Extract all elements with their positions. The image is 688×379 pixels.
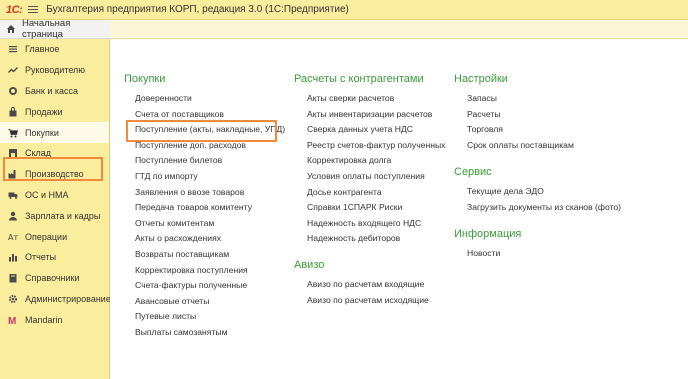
sidebar-item[interactable]: Администрирование	[0, 289, 111, 310]
svg-text:M: M	[8, 316, 16, 325]
sidebar-item[interactable]: Банк и касса	[0, 81, 109, 102]
sidebar-item[interactable]: Ат Операции	[0, 226, 109, 247]
home-tab[interactable]: Начальная страница	[0, 18, 110, 40]
sidebar-item[interactable]: Отчеты	[0, 247, 109, 268]
factory-icon	[8, 169, 18, 179]
sidebar-item-label: Склад	[25, 148, 52, 159]
nav-link[interactable]: Новости	[467, 248, 500, 258]
trend-icon	[8, 65, 18, 75]
sidebar-item-label: ОС и НМА	[25, 189, 69, 200]
nav-link[interactable]: Акты о расхождениях	[135, 233, 221, 243]
sidebar-item[interactable]: Производство	[0, 164, 109, 185]
svg-text:Ат: Ат	[8, 233, 18, 242]
hamburger-menu-icon[interactable]	[28, 5, 39, 14]
bag-icon	[8, 106, 18, 117]
nav-link[interactable]: Доверенности	[135, 93, 192, 103]
sidebar-item[interactable]: Справочники	[0, 268, 109, 289]
sidebar-item[interactable]: Продажи	[0, 101, 109, 122]
section-title: Авизо	[294, 259, 325, 271]
nav-link[interactable]: Авизо по расчетам исходящие	[307, 295, 429, 305]
nav-link[interactable]: Авизо по расчетам входящие	[307, 279, 424, 289]
sidebar-item-label: Покупки	[25, 127, 59, 138]
gear-icon	[8, 294, 18, 304]
section-title: Расчеты с контрагентами	[294, 73, 424, 85]
coins-icon	[8, 86, 18, 96]
sidebar-item-label: Mandarin	[25, 314, 63, 325]
sidebar-item-label: Отчеты	[25, 252, 57, 263]
main-panel: Покупки Доверенности Счета от поставщиков П…	[110, 39, 688, 379]
sidebar-item[interactable]: Зарплата и кадры	[0, 205, 109, 226]
app-title: Бухгалтерия предприятия КОРП, редакция 3…	[46, 4, 349, 15]
nav-link[interactable]: Корректировка поступления	[135, 265, 248, 275]
person-icon	[8, 211, 18, 221]
menu-icon	[8, 44, 18, 54]
nav-link[interactable]: Сверка данных учета НДС	[307, 124, 413, 134]
nav-link[interactable]: ГТД по импорту	[135, 171, 198, 181]
nav-link[interactable]: Торговля	[467, 124, 503, 134]
nav-link[interactable]: Выплаты самозанятым	[135, 327, 227, 337]
operations-icon: Ат	[8, 232, 18, 242]
cart-icon	[8, 128, 18, 138]
nav-link[interactable]: Реестр счетов-фактур полученных	[307, 140, 445, 150]
nav-link[interactable]: Поступление билетов	[135, 155, 222, 165]
sidebar-item-label: Производство	[25, 169, 84, 180]
sidebar-item[interactable]: Руководителю	[0, 60, 109, 81]
mandarin-logo-icon: M	[8, 315, 18, 325]
section-title: Покупки	[124, 73, 166, 85]
nav-link[interactable]: Заявления о ввозе товаров	[135, 187, 244, 197]
nav-link[interactable]: Путевые листы	[135, 311, 196, 321]
nav-link[interactable]: Поступление доп. расходов	[135, 140, 246, 150]
book-icon	[8, 273, 18, 283]
nav-link[interactable]: Условия оплаты поступления	[307, 171, 425, 181]
sidebar-item[interactable]: Склад	[0, 143, 109, 164]
nav-link[interactable]: Загрузить документы из сканов (фото)	[467, 202, 621, 212]
nav-link[interactable]: Расчеты	[467, 109, 501, 119]
section-title: Информация	[454, 228, 522, 240]
sidebar-item-label: Банк и касса	[25, 85, 78, 96]
sidebar-item-label: Руководителю	[25, 65, 86, 76]
sidebar-item[interactable]: Главное	[0, 39, 109, 60]
nav-link[interactable]: Надежность входящего НДС	[307, 218, 421, 228]
sidebar-item[interactable]: M Mandarin	[0, 309, 109, 330]
nav-link[interactable]: Авансовые отчеты	[135, 296, 209, 306]
sidebar: Главное Руководителю Банк и касса Продажи По…	[0, 39, 111, 379]
nav-link[interactable]: Возвраты поставщикам	[135, 249, 229, 259]
sidebar-item-label: Зарплата и кадры	[25, 210, 101, 221]
nav-link[interactable]: Запасы	[467, 93, 497, 103]
sidebar-item-label: Справочники	[25, 273, 80, 284]
warehouse-icon	[8, 148, 18, 158]
section-title: Настройки	[454, 73, 508, 85]
home-tab-label: Начальная страница	[22, 18, 71, 40]
sidebar-item-label: Администрирование	[25, 293, 111, 304]
truck-icon	[8, 190, 18, 200]
1c-logo: 1С:	[6, 3, 23, 16]
nav-link[interactable]: Счета-фактуры полученные	[135, 280, 247, 290]
nav-link[interactable]: Текущие дела ЭДО	[467, 186, 544, 196]
home-icon	[6, 24, 16, 34]
nav-link[interactable]: Срок оплаты поставщикам	[467, 140, 574, 150]
sidebar-item-label: Продажи	[25, 106, 63, 117]
sidebar-item[interactable]: Покупки	[0, 122, 109, 143]
nav-link[interactable]: Отчеты комитентам	[135, 218, 214, 228]
sidebar-item-label: Главное	[25, 44, 60, 55]
nav-link[interactable]: Передача товаров комитенту	[135, 202, 252, 212]
sidebar-item-label: Операции	[25, 231, 68, 242]
nav-link[interactable]: Справки 1СПАРК Риски	[307, 202, 402, 212]
nav-link[interactable]: Акты инвентаризации расчетов	[307, 109, 432, 119]
nav-link[interactable]: Досье контрагента	[307, 187, 382, 197]
sidebar-item[interactable]: ОС и НМА	[0, 185, 109, 206]
nav-link[interactable]: Надежность дебиторов	[307, 233, 400, 243]
bar-chart-icon	[8, 252, 18, 262]
nav-link[interactable]: Корректировка долга	[307, 155, 391, 165]
nav-link[interactable]: Счета от поставщиков	[135, 109, 224, 119]
nav-link[interactable]: Акты сверки расчетов	[307, 93, 394, 103]
title-bar: 1С: Бухгалтерия предприятия КОРП, редакц…	[0, 0, 688, 20]
tab-strip	[110, 20, 688, 39]
nav-link[interactable]: Поступление (акты, накладные, УПД)	[135, 124, 285, 134]
section-title: Сервис	[454, 166, 492, 178]
